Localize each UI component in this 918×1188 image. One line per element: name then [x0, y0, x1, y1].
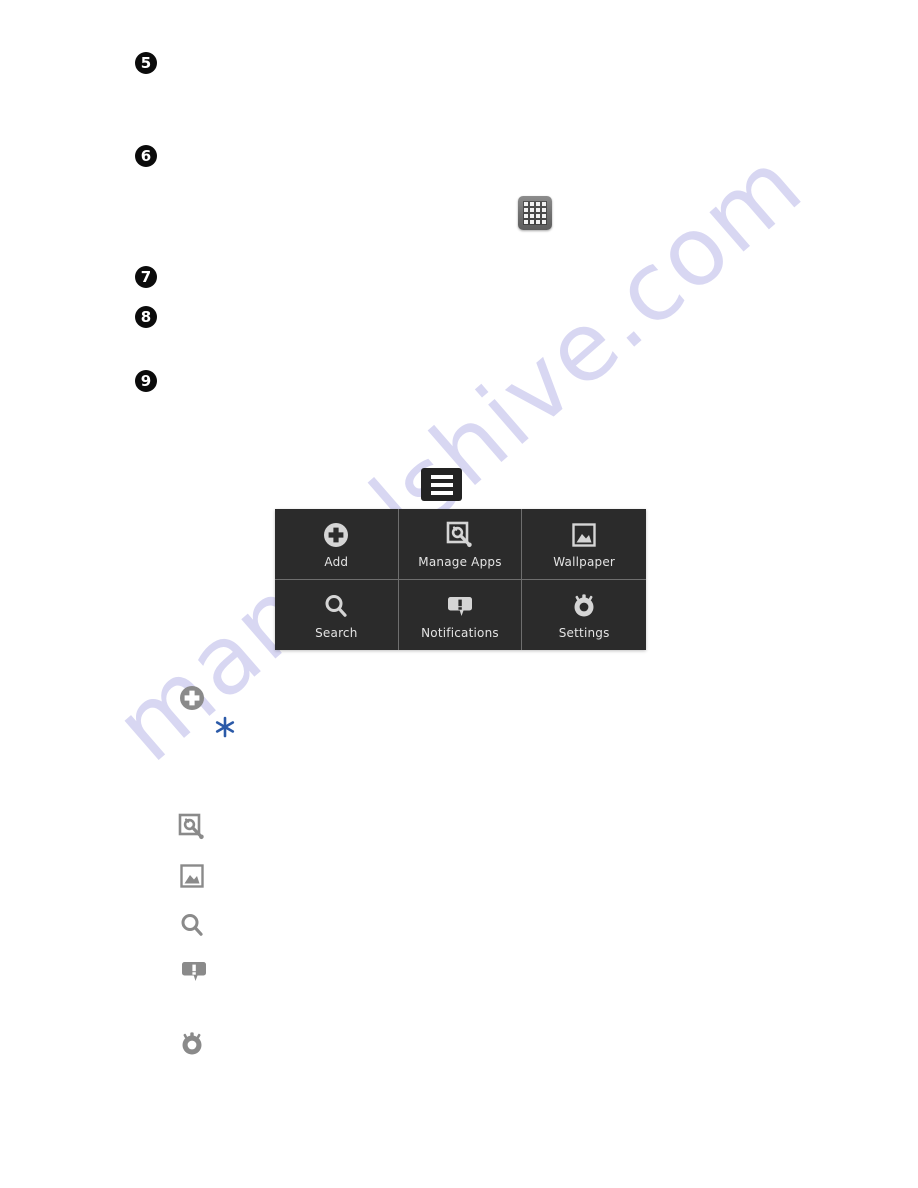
- menu-tile-label-wallpaper: Wallpaper: [553, 555, 616, 570]
- menu-tile-settings[interactable]: Settings: [522, 580, 646, 651]
- settings-gear-icon: [567, 589, 601, 623]
- menu-tile-manage-apps[interactable]: Manage Apps: [398, 509, 523, 580]
- manage-apps-icon: [443, 518, 477, 552]
- callout-bullet-9: 9: [135, 370, 157, 392]
- menu-tile-search[interactable]: Search: [275, 579, 399, 650]
- menu-tile-label-settings: Settings: [558, 626, 610, 641]
- callout-bullet-7: 7: [135, 266, 157, 288]
- menu-tile-wallpaper[interactable]: Wallpaper: [522, 509, 646, 580]
- note-asterisk-icon: [214, 716, 236, 738]
- apps-grid-cells: [524, 202, 546, 224]
- menu-tile-label-manage-apps: Manage Apps: [418, 555, 502, 570]
- menu-tile-label-search: Search: [315, 626, 358, 641]
- options-menu-panel: Add Manage Apps Wallpaper Search Notific…: [275, 509, 646, 650]
- apps-grid-icon[interactable]: [518, 196, 552, 230]
- menu-bar-1: [430, 474, 453, 479]
- add-circle-icon: [319, 518, 353, 552]
- legend-wallpaper-icon: [177, 861, 207, 891]
- menu-tile-label-add: Add: [324, 555, 349, 570]
- legend-add-circle-icon: [177, 683, 207, 713]
- menu-tile-label-notifications: Notifications: [421, 626, 499, 641]
- menu-tile-add[interactable]: Add: [275, 509, 399, 580]
- legend-manage-apps-icon: [177, 812, 207, 842]
- menu-bar-3: [430, 490, 453, 495]
- legend-notifications-icon: [179, 956, 209, 986]
- menu-key-icon[interactable]: [421, 468, 462, 501]
- search-icon: [319, 589, 353, 623]
- callout-bullet-5: 5: [135, 52, 157, 74]
- callout-bullet-6: 6: [135, 145, 157, 167]
- callout-bullet-8: 8: [135, 306, 157, 328]
- menu-tile-notifications[interactable]: Notifications: [399, 579, 523, 650]
- legend-settings-gear-icon: [177, 1029, 207, 1059]
- legend-search-icon: [177, 910, 207, 940]
- wallpaper-icon: [567, 518, 601, 552]
- menu-bar-2: [430, 482, 453, 487]
- notifications-icon: [443, 589, 477, 623]
